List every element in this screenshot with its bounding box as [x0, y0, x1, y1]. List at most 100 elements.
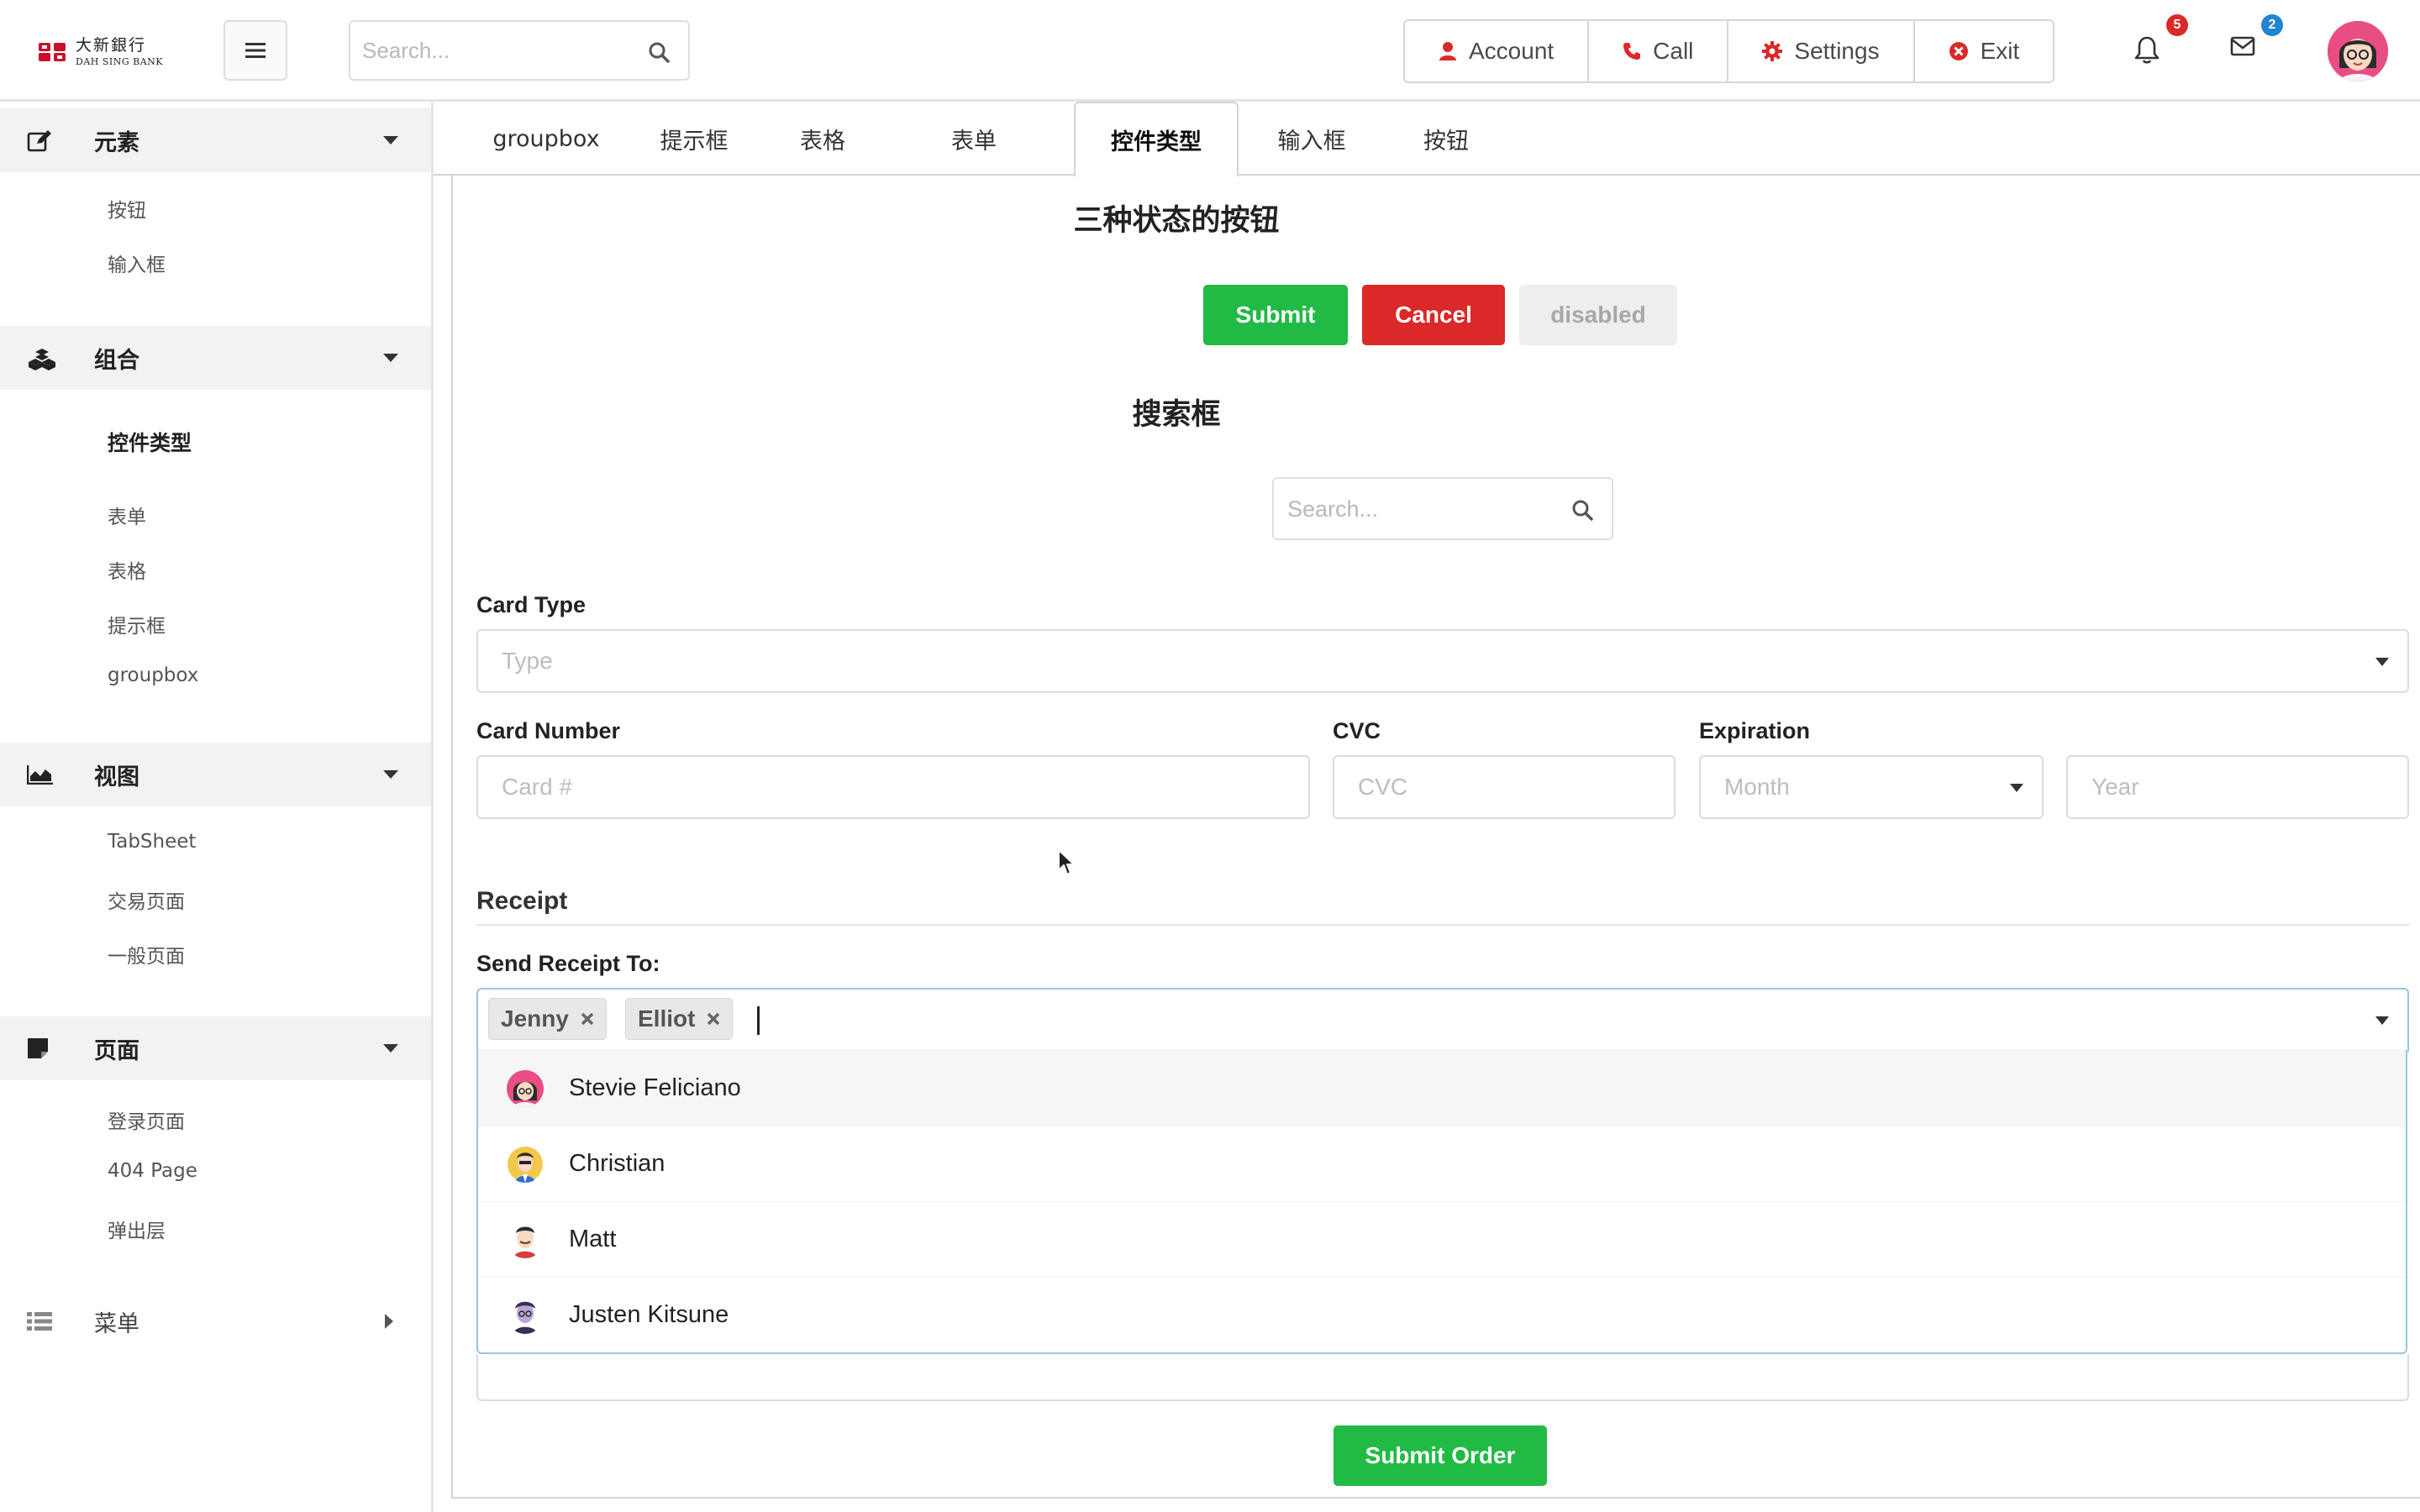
- sidebar-item-404-page[interactable]: 404 Page: [108, 1160, 197, 1182]
- demo-search-input[interactable]: [1286, 489, 1555, 529]
- sidebar-section-menu[interactable]: 菜单: [0, 1289, 431, 1353]
- settings-button[interactable]: Settings: [1728, 21, 1915, 81]
- cancel-button[interactable]: Cancel: [1362, 285, 1505, 345]
- card-type-select[interactable]: Type: [476, 629, 2409, 693]
- header-search-input[interactable]: [360, 30, 629, 71]
- card-number-placeholder: Card #: [502, 774, 573, 800]
- area-chart-icon: [27, 764, 54, 785]
- edit-icon: [27, 129, 52, 152]
- caret-right-icon: [385, 1314, 393, 1329]
- sidebar-section-elements[interactable]: 元素: [0, 108, 431, 172]
- sidebar-item-general-page[interactable]: 一般页面: [108, 940, 185, 969]
- caret-down-icon: [383, 770, 398, 779]
- option-name: Matt: [569, 1226, 617, 1252]
- send-receipt-label: Send Receipt To:: [476, 951, 660, 976]
- avatar: [507, 1069, 544, 1107]
- option-name: Justen Kitsune: [569, 1301, 729, 1328]
- caret-down-icon: [383, 1044, 398, 1053]
- header-button-group: Account Call Settings Exit: [1403, 19, 2055, 83]
- user-icon: [1439, 41, 1457, 61]
- messages-mail-icon[interactable]: [2230, 35, 2255, 57]
- chip-label: Elliot: [638, 1005, 696, 1032]
- search-icon[interactable]: [648, 41, 670, 63]
- tab-button[interactable]: 按钮: [1400, 102, 1492, 176]
- expiration-year-input[interactable]: Year: [2066, 755, 2409, 819]
- menu-toggle-button[interactable]: [224, 20, 287, 81]
- search-section-title: 搜索框: [1132, 398, 1221, 432]
- dropdown-caret-icon[interactable]: [2375, 1016, 2389, 1025]
- tab-table[interactable]: 表格: [776, 102, 869, 176]
- dropdown-option[interactable]: Matt: [478, 1201, 2406, 1277]
- phone-icon: [1623, 42, 1641, 60]
- submit-order-button[interactable]: Submit Order: [1334, 1425, 1547, 1486]
- tab-input[interactable]: 输入框: [1257, 102, 1366, 176]
- avatar: [507, 1145, 544, 1183]
- top-header: 大新銀行 DAH SING BANK Account Call: [0, 0, 2420, 102]
- sidebar-section-label: 视图: [94, 764, 139, 790]
- avatar: [507, 1221, 544, 1258]
- sidebar-item-transaction-page[interactable]: 交易页面: [108, 885, 185, 914]
- sidebar-section-label: 页面: [94, 1037, 139, 1064]
- header-search-box: [349, 20, 690, 81]
- card-type-label: Card Type: [476, 592, 587, 617]
- sidebar-section-combination[interactable]: 组合: [0, 326, 431, 390]
- buttons-section-title: 三种状态的按钮: [1073, 204, 1280, 238]
- exit-button[interactable]: Exit: [1914, 21, 2054, 81]
- logo-text-en: DAH SING BANK: [76, 56, 164, 67]
- call-button[interactable]: Call: [1589, 21, 1729, 81]
- receipt-recipients-multiselect[interactable]: Jenny Elliot: [476, 988, 2409, 1052]
- sidebar-item-inputs[interactable]: 输入框: [108, 249, 166, 277]
- exit-button-label: Exit: [1980, 38, 2020, 64]
- demo-search-box: [1272, 477, 1613, 540]
- sidebar-item-buttons[interactable]: 按钮: [108, 194, 146, 223]
- dropdown-option[interactable]: Stevie Feliciano: [478, 1050, 2406, 1126]
- account-button-label: Account: [1469, 38, 1555, 64]
- hamburger-icon: [245, 43, 266, 58]
- card-number-input[interactable]: Card #: [476, 755, 1310, 819]
- disabled-button: disabled: [1519, 285, 1677, 345]
- account-button[interactable]: Account: [1405, 21, 1590, 81]
- sidebar-item-forms[interactable]: 表单: [108, 501, 146, 529]
- sidebar-item-tables[interactable]: 表格: [108, 555, 146, 584]
- sidebar-item-tabsheet[interactable]: TabSheet: [108, 831, 196, 853]
- cvc-input[interactable]: CVC: [1333, 755, 1676, 819]
- tab-bar: groupbox 提示框 表格 表单 控件类型 输入框 按钮: [434, 102, 2420, 177]
- sidebar-section-views[interactable]: 视图: [0, 743, 431, 806]
- expiration-month-select[interactable]: Month: [1699, 755, 2044, 819]
- bank-logo[interactable]: 大新銀行 DAH SING BANK: [37, 35, 163, 69]
- sidebar-item-tooltips[interactable]: 提示框: [108, 610, 166, 638]
- card-number-label: Card Number: [476, 718, 621, 743]
- dropdown-option[interactable]: Christian: [478, 1126, 2406, 1201]
- remove-chip-icon[interactable]: [581, 1012, 594, 1026]
- cubes-icon: [27, 345, 57, 370]
- dropdown-option[interactable]: Justen Kitsune: [478, 1277, 2406, 1352]
- remove-chip-icon[interactable]: [707, 1012, 720, 1026]
- sidebar-item-popup-layer[interactable]: 弹出层: [108, 1215, 166, 1243]
- sidebar-item-login-page[interactable]: 登录页面: [108, 1105, 185, 1134]
- gear-icon: [1762, 41, 1783, 61]
- expiration-label: Expiration: [1699, 718, 1811, 743]
- tab-groupbox[interactable]: groupbox: [471, 102, 622, 176]
- caret-down-icon: [383, 136, 398, 144]
- mouse-pointer-icon: [1057, 848, 1077, 877]
- submit-button[interactable]: Submit: [1203, 285, 1348, 345]
- sidebar-section-pages[interactable]: 页面: [0, 1016, 431, 1080]
- sidebar-section-label: 菜单: [94, 1310, 139, 1337]
- tab-control-types[interactable]: 控件类型: [1074, 102, 1239, 177]
- tab-form[interactable]: 表单: [928, 102, 1020, 176]
- cvc-placeholder: CVC: [1358, 774, 1408, 800]
- month-placeholder: Month: [1724, 774, 1790, 800]
- close-circle-icon: [1949, 41, 1969, 61]
- year-placeholder: Year: [2091, 774, 2139, 800]
- sidebar-item-groupbox[interactable]: groupbox: [108, 664, 198, 686]
- search-icon[interactable]: [1571, 499, 1593, 521]
- sidebar-item-control-types[interactable]: 控件类型: [108, 427, 192, 457]
- notifications-bell-icon[interactable]: [2134, 35, 2160, 64]
- avatar: [507, 1296, 544, 1334]
- user-avatar[interactable]: [2328, 21, 2388, 81]
- card-type-placeholder: Type: [502, 648, 553, 674]
- tab-tooltip[interactable]: 提示框: [639, 102, 750, 176]
- messages-count-badge: 2: [2261, 14, 2283, 36]
- call-button-label: Call: [1653, 38, 1694, 64]
- sidebar-section-label: 元素: [94, 129, 139, 156]
